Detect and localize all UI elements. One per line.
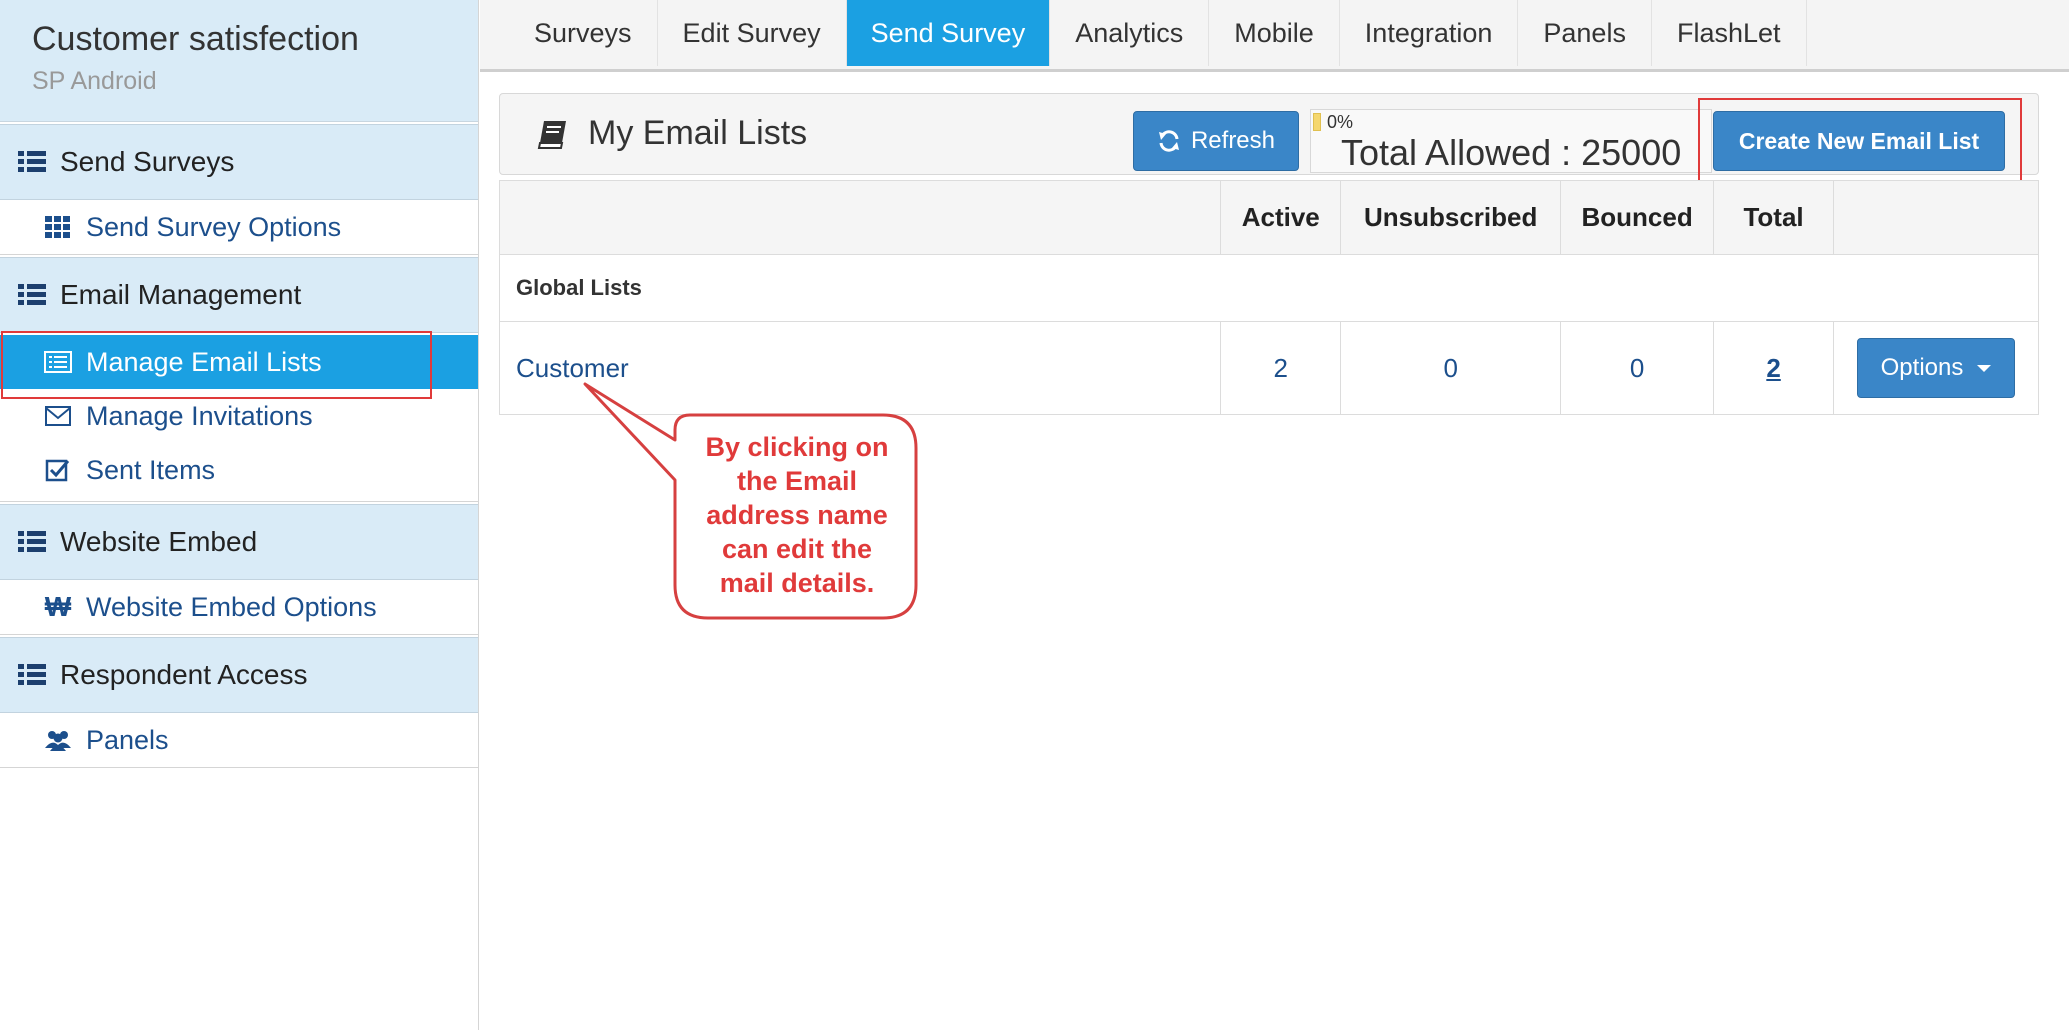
active-count: 2 — [1220, 321, 1342, 415]
sidebar-item-label: Sent Items — [86, 454, 216, 485]
sidebar-group-send-surveys: Send Survey Options — [0, 200, 478, 255]
sidebar-item-sent-items[interactable]: Sent Items — [0, 443, 478, 497]
callout-line: By clicking on — [705, 432, 889, 462]
refresh-icon — [1158, 130, 1179, 152]
callout-line: the Email — [736, 466, 858, 496]
refresh-button[interactable]: Refresh — [1133, 111, 1299, 171]
sidebar-item-label: Panels — [86, 724, 169, 755]
users-icon — [45, 731, 71, 751]
quota-progress-bar — [1313, 113, 1321, 131]
sidebar-section-send-surveys[interactable]: Send Surveys — [0, 124, 478, 200]
actions-cell: Options — [1833, 321, 2039, 415]
col-header-active: Active — [1220, 180, 1342, 255]
list-icon — [18, 664, 46, 685]
tab-surveys[interactable]: Surveys — [480, 0, 658, 66]
sidebar-section-respondent-access[interactable]: Respondent Access — [0, 637, 478, 713]
sidebar-section-label: Send Surveys — [60, 146, 235, 177]
quota-box: 0% Total Allowed : 25000 — [1310, 109, 1712, 173]
tab-integration[interactable]: Integration — [1340, 0, 1519, 66]
sidebar-item-send-survey-options[interactable]: Send Survey Options — [0, 200, 478, 254]
table-group-row: Global Lists — [499, 254, 2039, 322]
callout-line: can edit the — [721, 534, 873, 564]
options-label: Options — [1880, 354, 1964, 381]
panel-title: My Email Lists — [536, 114, 807, 153]
sidebar-item-panels[interactable]: Panels — [0, 713, 478, 767]
unsubscribed-count: 0 — [1340, 321, 1562, 415]
sidebar-section-label: Website Embed — [60, 526, 258, 557]
panel-title-text: My Email Lists — [588, 114, 808, 152]
sidebar-section-label: Email Management — [60, 279, 302, 310]
options-dropdown-button[interactable]: Options — [1857, 338, 2015, 398]
tab-analytics[interactable]: Analytics — [1050, 0, 1210, 66]
col-header-unsubscribed: Unsubscribed — [1340, 180, 1562, 255]
refresh-label: Refresh — [1190, 127, 1276, 154]
create-button-highlight — [1698, 98, 2022, 182]
survey-title: Customer satisfection — [32, 20, 359, 58]
callout-line: mail details. — [719, 568, 875, 598]
list-icon — [18, 284, 46, 305]
total-cell: 2 — [1713, 321, 1835, 415]
sidebar-section-label: Respondent Access — [60, 659, 308, 690]
tab-flashlet[interactable]: FlashLet — [1652, 0, 1807, 66]
sidebar-group-respondent-access: Panels — [0, 713, 478, 768]
tab-edit-survey[interactable]: Edit Survey — [658, 0, 847, 66]
list-icon — [18, 531, 46, 552]
envelope-icon — [45, 406, 71, 426]
list-icon — [18, 151, 46, 172]
tab-panels[interactable]: Panels — [1518, 0, 1652, 66]
top-nav: Surveys Edit Survey Send Survey Analytic… — [480, 0, 2069, 72]
caret-down-icon — [1977, 364, 1992, 372]
total-count-link[interactable]: 2 — [1766, 353, 1780, 383]
tab-mobile[interactable]: Mobile — [1209, 0, 1340, 66]
col-header-bounced: Bounced — [1560, 180, 1715, 255]
manage-email-lists-highlight — [1, 331, 432, 399]
survey-subtitle: SP Android — [32, 67, 157, 95]
sidebar: Customer satisfection SP Android Send Su… — [0, 0, 479, 1030]
group-label: Global Lists — [499, 254, 2039, 322]
bounced-count: 0 — [1560, 321, 1715, 415]
callout-text: By clicking on the Email address name ca… — [678, 430, 916, 600]
sidebar-item-label: Website Embed Options — [86, 591, 377, 622]
grid-icon — [45, 216, 70, 238]
sidebar-item-label: Send Survey Options — [86, 211, 342, 242]
sidebar-section-website-embed[interactable]: Website Embed — [0, 504, 478, 580]
book-icon — [537, 120, 566, 149]
sidebar-group-website-embed: ₩ Website Embed Options — [0, 580, 478, 635]
col-header-name — [498, 180, 1222, 255]
won-icon: ₩ — [44, 591, 72, 622]
col-header-total: Total — [1713, 180, 1835, 255]
col-header-actions — [1833, 180, 2039, 255]
sidebar-header: Customer satisfection SP Android — [0, 0, 478, 122]
quota-total-allowed: Total Allowed : 25000 — [1341, 132, 1682, 173]
table-header-row: Active Unsubscribed Bounced Total — [498, 180, 2039, 255]
quota-percent: 0% — [1327, 112, 1354, 132]
check-square-icon — [45, 459, 70, 482]
sidebar-item-website-embed-options[interactable]: ₩ Website Embed Options — [0, 580, 478, 634]
tab-send-survey[interactable]: Send Survey — [846, 0, 1051, 66]
sidebar-item-label: Manage Invitations — [86, 400, 313, 431]
sidebar-section-email-management[interactable]: Email Management — [0, 257, 478, 333]
callout-line: address name — [706, 500, 888, 530]
